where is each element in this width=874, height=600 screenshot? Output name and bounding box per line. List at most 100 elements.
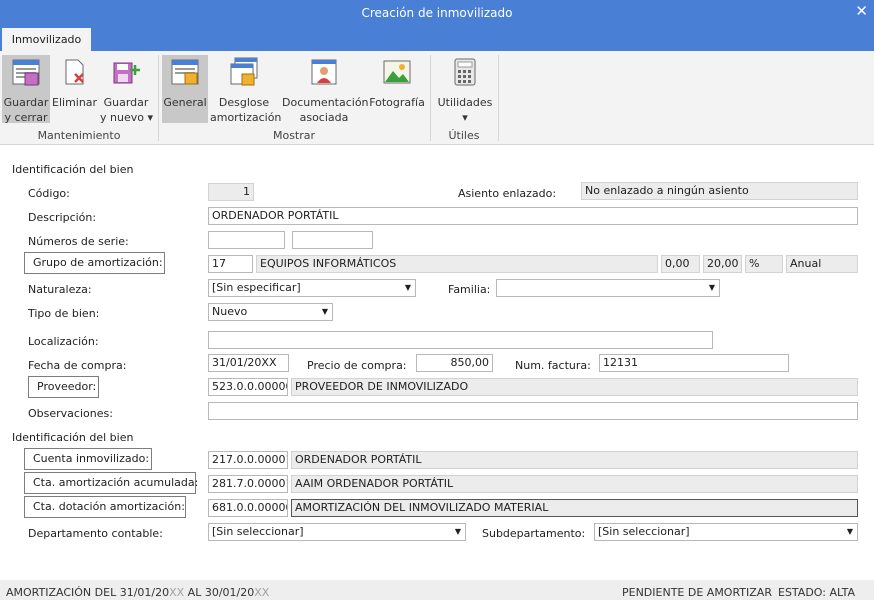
amortization-period: AMORTIZACIÓN DEL 31/01/20XX AL 30/01/20X… [6, 586, 269, 599]
subdepartamento-select[interactable]: [Sin seleccionar] ▼ [594, 523, 858, 541]
desglose-button[interactable]: Desglose amortización [210, 55, 282, 124]
save-new-button[interactable]: Guardar y nuevo ▾ [100, 55, 153, 124]
save-new-label-2: y nuevo ▾ [100, 111, 153, 124]
chevron-down-icon: ▼ [404, 283, 412, 292]
chevron-down-icon: ▼ [708, 283, 716, 292]
cta-amort-code-field[interactable]: 281.7.0.00001 [208, 475, 288, 493]
proveedor-name-field: PROVEEDOR DE INMOVILIZADO [291, 378, 858, 396]
grupo-name-field: EQUIPOS INFORMÁTICOS [256, 255, 658, 273]
period-end-text: AL 30/01/20 [184, 586, 255, 599]
title-bar: Creación de inmovilizado ✕ [0, 0, 874, 26]
group-mostrar-label: Mostrar [272, 129, 316, 142]
descripcion-label: Descripción: [28, 211, 97, 224]
tipo-select[interactable]: Nuevo ▼ [208, 303, 333, 321]
subdepartamento-label: Subdepartamento: [482, 527, 586, 540]
delete-icon [65, 59, 84, 85]
cta-dotacion-button[interactable]: Cta. dotación amortización: [24, 496, 186, 518]
status-bar: AMORTIZACIÓN DEL 31/01/20XX AL 30/01/20X… [0, 580, 874, 600]
departamento-label: Departamento contable: [28, 527, 163, 540]
group-mantenimiento-label: Mantenimiento [37, 129, 121, 142]
naturaleza-value: [Sin especificar] [212, 281, 301, 294]
period-end-year: XX [254, 586, 270, 599]
cta-dot-code-field[interactable]: 681.0.0.00000 [208, 499, 288, 517]
departamento-select[interactable]: [Sin seleccionar] ▼ [208, 523, 466, 541]
tipo-label: Tipo de bien: [28, 307, 100, 320]
cta-amort-acumulada-button[interactable]: Cta. amortización acumulada: [24, 472, 198, 494]
precio-label: Precio de compra: [307, 359, 407, 372]
documentacion-button[interactable]: Documentación asociada [282, 55, 369, 124]
serie-field-1[interactable] [208, 231, 285, 249]
save-close-icon [12, 59, 40, 86]
form-area: Identificación del bien Código: 1 Asient… [0, 145, 874, 580]
save-close-label-1: Guardar [3, 96, 49, 109]
precio-field[interactable]: 850,00 [416, 354, 493, 372]
picture-icon [383, 60, 411, 84]
fotografia-button[interactable]: Fotografía [368, 55, 426, 123]
estado-status: ESTADO: ALTA [778, 586, 855, 599]
save-close-button[interactable]: Guardar y cerrar [2, 55, 50, 124]
utilidades-button[interactable]: Utilidades ▾ [436, 55, 494, 124]
desglose-label-2: amortización [210, 111, 282, 124]
localizacion-label: Localización: [28, 335, 99, 348]
ribbon: Guardar y cerrar Eliminar Guardar y nuev… [0, 51, 874, 145]
fecha-field[interactable]: 31/01/20XX [208, 354, 289, 372]
chevron-down-icon: ▼ [846, 527, 854, 536]
proveedor-code-field[interactable]: 523.0.0.00000 [208, 378, 288, 396]
proveedor-button[interactable]: Proveedor: [28, 376, 99, 398]
naturaleza-label: Naturaleza: [28, 283, 92, 296]
grupo-amortizacion-button[interactable]: Grupo de amortización: [24, 252, 165, 274]
series-label: Números de serie: [28, 235, 129, 248]
tab-inmovilizado[interactable]: Inmovilizado [2, 28, 91, 51]
grupo-code-field[interactable]: 17 [208, 255, 253, 273]
section-title-2: Identificación del bien [12, 431, 134, 444]
chevron-down-icon: ▼ [321, 307, 329, 316]
observaciones-label: Observaciones: [28, 407, 113, 420]
cuenta-inm-code-field[interactable]: 217.0.0.00001 [208, 451, 288, 469]
localizacion-field[interactable] [208, 331, 713, 349]
grupo-period-field: Anual [786, 255, 858, 273]
utilidades-label-2: ▾ [462, 111, 468, 124]
factura-label: Num. factura: [515, 359, 591, 372]
codigo-field[interactable]: 1 [208, 183, 254, 201]
close-icon[interactable]: ✕ [855, 2, 868, 20]
pending-status: PENDIENTE DE AMORTIZAR [622, 586, 772, 599]
factura-field[interactable]: 12131 [599, 354, 789, 372]
ribbon-divider [430, 55, 431, 141]
naturaleza-select[interactable]: [Sin especificar] ▼ [208, 279, 416, 297]
calculator-icon [454, 58, 476, 86]
grupo-max-field: 20,00 [703, 255, 742, 273]
document-user-icon [311, 59, 337, 85]
desglose-label-1: Desglose [218, 96, 270, 109]
fecha-label: Fecha de compra: [28, 359, 127, 372]
window-title: Creación de inmovilizado [361, 6, 513, 20]
section-title-1: Identificación del bien [12, 163, 134, 176]
departamento-value: [Sin seleccionar] [212, 525, 304, 538]
grupo-min-field: 0,00 [661, 255, 700, 273]
cuenta-inmovilizado-button[interactable]: Cuenta inmovilizado: [24, 448, 152, 470]
subdepartamento-value: [Sin seleccionar] [598, 525, 690, 538]
general-label: General [163, 96, 207, 109]
save-close-label-2: y cerrar [4, 111, 48, 124]
documentacion-label-1: Documentación [282, 96, 369, 109]
familia-label: Familia: [448, 283, 491, 296]
save-new-icon [113, 62, 140, 84]
chevron-down-icon: ▼ [454, 527, 462, 536]
delete-label: Eliminar [52, 96, 98, 109]
utilidades-label-1: Utilidades [437, 96, 493, 109]
period-start-text: AMORTIZACIÓN DEL 31/01/20 [6, 586, 170, 599]
cta-amort-name-field: AAIM ORDENADOR PORTÁTIL [291, 475, 858, 493]
familia-select[interactable]: ▼ [496, 279, 720, 297]
tab-strip: Inmovilizado [0, 26, 874, 51]
desglose-icon [230, 57, 258, 86]
save-new-label-1: Guardar [103, 96, 149, 109]
descripcion-field[interactable]: ORDENADOR PORTÁTIL [208, 207, 858, 225]
fotografia-label: Fotografía [369, 96, 425, 109]
serie-field-2[interactable] [292, 231, 373, 249]
cuenta-inm-name-field: ORDENADOR PORTÁTIL [291, 451, 858, 469]
codigo-label: Código: [28, 187, 70, 200]
tipo-value: Nuevo [212, 305, 248, 318]
documentacion-label-2: asociada [299, 111, 349, 124]
general-button[interactable]: General [162, 55, 208, 123]
observaciones-field[interactable] [208, 402, 858, 420]
delete-button[interactable]: Eliminar [52, 55, 98, 123]
